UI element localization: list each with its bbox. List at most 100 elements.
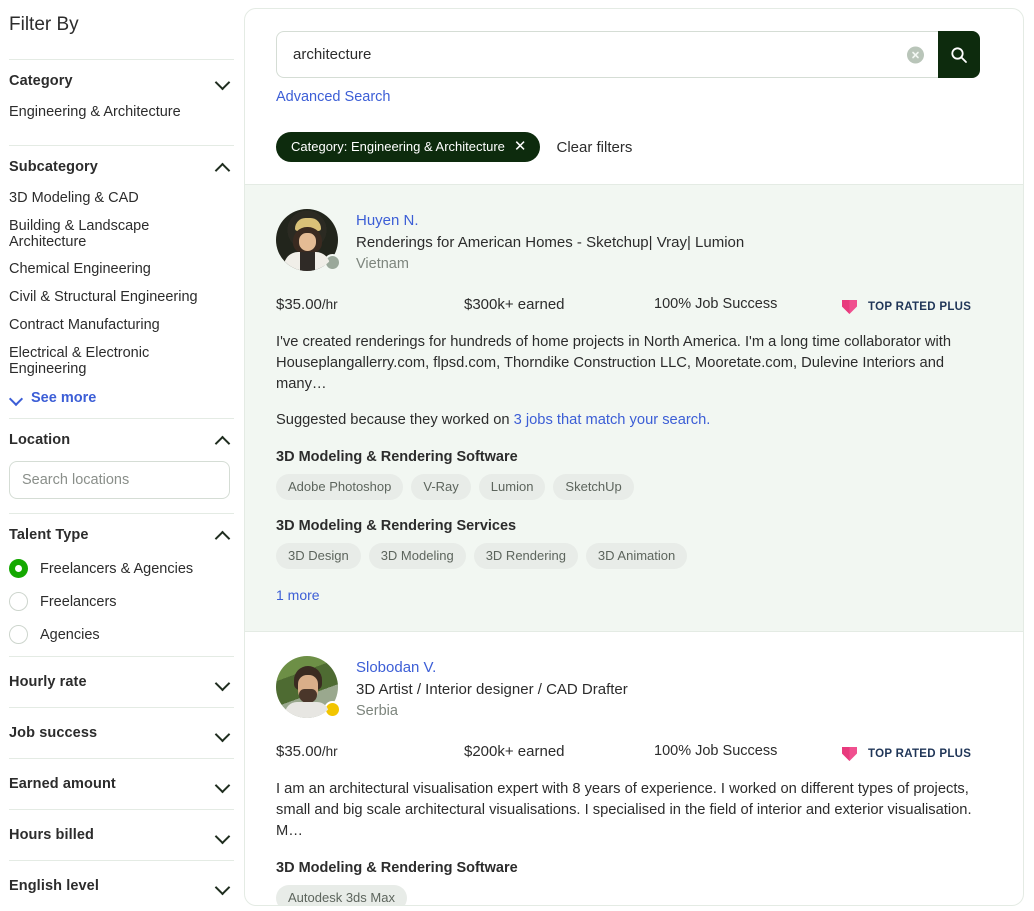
radio-freelancers-and-agencies[interactable]: Freelancers & Agencies [9, 552, 234, 585]
filter-section-location-label: Location [9, 432, 71, 448]
hourly-rate: $35.00/hr [276, 743, 464, 760]
radio-label: Freelancers [40, 593, 117, 610]
avatar[interactable] [276, 656, 341, 718]
skill-pill[interactable]: 3D Modeling [368, 543, 466, 569]
subcategory-link-chemical-engineering[interactable]: Chemical Engineering [9, 255, 234, 283]
filter-section-category-label: Category [9, 73, 73, 89]
skill-pill[interactable]: Lumion [478, 474, 546, 500]
search-input[interactable] [277, 46, 938, 63]
job-success-score: 100% Job Success [654, 296, 840, 312]
skill-pill[interactable]: V-Ray [411, 474, 471, 500]
more-skills-link[interactable]: 1 more [276, 587, 320, 603]
chevron-down-icon[interactable] [214, 775, 232, 793]
skill-pill-row: 3D Design 3D Modeling 3D Rendering 3D An… [276, 543, 992, 569]
filter-section-job-success[interactable]: Job success [9, 708, 234, 758]
filter-section-hours-billed-label: Hours billed [9, 827, 94, 843]
search-bar [276, 31, 980, 78]
filter-section-hours-billed[interactable]: Hours billed [9, 810, 234, 860]
freelancer-name-link[interactable]: Slobodan V. [356, 659, 436, 676]
subcategory-link-contract-manufacturing[interactable]: Contract Manufacturing [9, 311, 234, 339]
search-area: Advanced Search Category: Engineering & … [245, 9, 1023, 184]
chevron-up-icon[interactable] [214, 526, 232, 544]
location-search-input[interactable] [9, 461, 230, 499]
hourly-rate: $35.00/hr [276, 296, 464, 313]
radio-agencies[interactable]: Agencies [9, 618, 234, 656]
category-link-engineering-architecture[interactable]: Engineering & Architecture [9, 98, 234, 126]
clear-circle-icon[interactable] [907, 46, 924, 63]
filter-chip-category[interactable]: Category: Engineering & Architecture ✕ [276, 132, 541, 162]
close-icon[interactable]: ✕ [514, 139, 527, 154]
hourly-rate-unit: /hr [321, 744, 338, 759]
filter-section-location-header[interactable]: Location [9, 419, 234, 457]
freelancer-card[interactable]: Huyen N. Renderings for American Homes -… [245, 184, 1023, 631]
filter-section-earned-amount[interactable]: Earned amount [9, 759, 234, 809]
chevron-down-icon[interactable] [214, 72, 232, 90]
filter-chip-label: Category: Engineering & Architecture [291, 139, 505, 154]
search-field [276, 31, 938, 78]
freelancer-card[interactable]: Slobodan V. 3D Artist / Interior designe… [245, 631, 1023, 905]
chevron-up-icon[interactable] [214, 158, 232, 176]
freelancer-title: 3D Artist / Interior designer / CAD Draf… [356, 681, 628, 698]
filter-section-earned-amount-label: Earned amount [9, 776, 116, 792]
skill-pill[interactable]: Autodesk 3ds Max [276, 885, 407, 905]
filter-section-english-level[interactable]: English level [9, 861, 234, 911]
search-button[interactable] [938, 31, 980, 78]
freelancer-stats: $35.00/hr $300k+ earned 100% Job Success… [276, 296, 992, 316]
radio-freelancers[interactable]: Freelancers [9, 585, 234, 618]
skill-pill[interactable]: Adobe Photoshop [276, 474, 404, 500]
radio-unselected-icon[interactable] [9, 625, 28, 644]
chevron-down-icon[interactable] [214, 877, 232, 895]
filter-section-subcategory: Subcategory 3D Modeling & CAD Building &… [9, 146, 234, 418]
filter-by-title: Filter By [9, 14, 79, 35]
skill-pill[interactable]: 3D Design [276, 543, 361, 569]
skill-pill[interactable]: SketchUp [553, 474, 634, 500]
radio-selected-icon[interactable] [9, 559, 28, 578]
freelancer-title: Renderings for American Homes - Sketchup… [356, 234, 745, 251]
chevron-down-icon [9, 391, 23, 405]
chevron-down-icon[interactable] [214, 826, 232, 844]
avatar-image [276, 209, 338, 271]
filter-section-category-header[interactable]: Category [9, 60, 234, 98]
filter-section-talent-type-header[interactable]: Talent Type [9, 514, 234, 552]
clear-filters-button[interactable]: Clear filters [556, 139, 632, 156]
subcategory-link-electrical-electronic-engineering[interactable]: Electrical & Electronic Engineering [9, 339, 179, 382]
filter-section-hourly-rate[interactable]: Hourly rate [9, 657, 234, 707]
matching-jobs-link[interactable]: 3 jobs that match your search. [514, 412, 711, 428]
hourly-rate-value: $35.00 [276, 296, 322, 313]
total-earned: $300k+ earned [464, 296, 565, 313]
results-panel: Advanced Search Category: Engineering & … [244, 8, 1024, 906]
chevron-down-icon[interactable] [214, 673, 232, 691]
skill-pill-row: Adobe Photoshop V-Ray Lumion SketchUp [276, 474, 992, 500]
chevron-up-icon[interactable] [214, 431, 232, 449]
chevron-down-icon[interactable] [214, 724, 232, 742]
job-success-label: 100% Job Success [654, 743, 778, 759]
freelancer-identity: Huyen N. Renderings for American Homes -… [356, 209, 744, 274]
freelancer-header: Slobodan V. 3D Artist / Interior designe… [276, 656, 992, 721]
freelancer-name-link[interactable]: Huyen N. [356, 212, 419, 229]
see-more-label: See more [31, 390, 97, 406]
skill-pill-row: Autodesk 3ds Max [276, 885, 992, 905]
filter-section-hourly-rate-label: Hourly rate [9, 674, 87, 690]
radio-unselected-icon[interactable] [9, 592, 28, 611]
radio-label: Freelancers & Agencies [40, 560, 194, 577]
filter-section-location: Location [9, 419, 234, 513]
job-success-label: 100% Job Success [654, 296, 778, 312]
suggested-prefix: Suggested because they worked on [276, 412, 514, 428]
subcategory-link-3d-modeling-cad[interactable]: 3D Modeling & CAD [9, 184, 234, 212]
advanced-search-link[interactable]: Advanced Search [276, 89, 390, 105]
see-more-subcategories-button[interactable]: See more [9, 382, 234, 418]
badge-label: TOP RATED PLUS [868, 300, 972, 313]
avatar[interactable] [276, 209, 341, 271]
talent-search-page: Filter By Category Engineering & Archite… [0, 0, 1034, 911]
freelancer-description: I am an architectural visualisation expe… [276, 781, 972, 839]
filter-section-subcategory-header[interactable]: Subcategory [9, 146, 234, 184]
skill-pill[interactable]: 3D Animation [585, 543, 688, 569]
skill-pill[interactable]: 3D Rendering [473, 543, 578, 569]
freelancer-identity: Slobodan V. 3D Artist / Interior designe… [356, 656, 628, 721]
freelancer-stats: $35.00/hr $200k+ earned 100% Job Success… [276, 743, 992, 763]
radio-label: Agencies [40, 626, 100, 643]
badge-label: TOP RATED PLUS [868, 747, 972, 760]
subcategory-link-civil-structural-engineering[interactable]: Civil & Structural Engineering [9, 283, 234, 311]
freelancer-description: I've created renderings for hundreds of … [276, 334, 952, 392]
subcategory-link-building-landscape-architecture[interactable]: Building & Landscape Architecture [9, 212, 179, 255]
